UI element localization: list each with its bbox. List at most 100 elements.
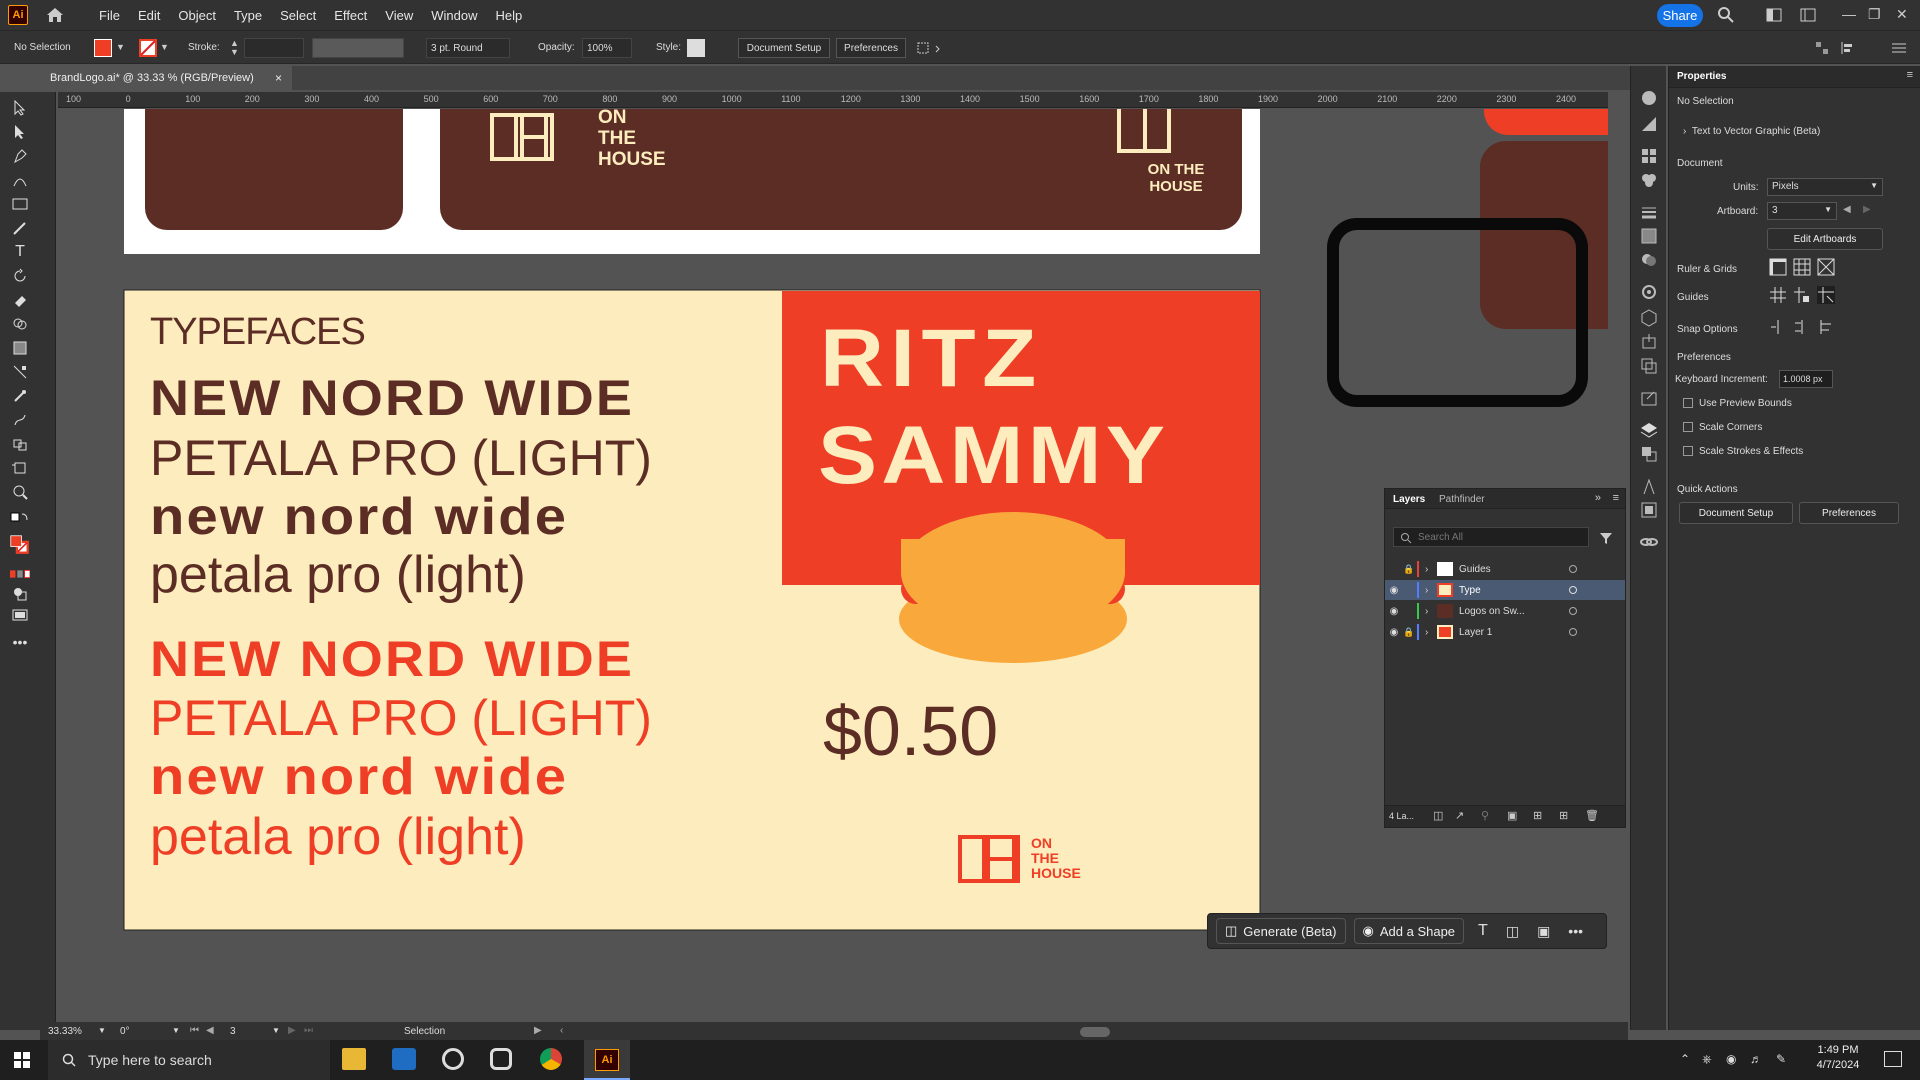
layer-name-type[interactable]: Type [1459, 585, 1569, 596]
layers-tab[interactable]: Layers [1393, 494, 1425, 505]
filter-icon[interactable] [1599, 531, 1613, 545]
menu-edit[interactable]: Edit [129, 8, 169, 23]
appearance-icon[interactable] [1639, 282, 1659, 302]
more-options-icon[interactable]: ••• [1568, 923, 1583, 939]
restore-icon[interactable]: ❐ [1868, 6, 1881, 23]
new-layer-icon[interactable]: ⊞ [1559, 809, 1568, 822]
export-icon[interactable] [1639, 332, 1659, 352]
notifications-icon[interactable] [1884, 1051, 1902, 1067]
document-setup-button[interactable]: Document Setup [738, 38, 830, 58]
curvature-tool-icon[interactable] [10, 170, 30, 190]
puppet-icon[interactable] [1639, 476, 1659, 496]
align-icon[interactable] [1814, 40, 1830, 56]
panel-menu-icon[interactable] [1890, 40, 1908, 56]
layers-icon[interactable] [1639, 420, 1659, 440]
new-sublayer-icon[interactable]: ⊞ [1533, 809, 1542, 822]
workspace-icon[interactable] [1766, 8, 1782, 22]
stroke-stepper-icon[interactable]: ▲ ▼ [230, 39, 239, 57]
fill-swatch[interactable] [94, 39, 112, 57]
brush-definition-select[interactable]: 3 pt. Round [426, 38, 510, 58]
swatches-icon[interactable] [1639, 146, 1659, 166]
menu-select[interactable]: Select [271, 8, 325, 23]
expand-icon[interactable]: › [1425, 627, 1437, 638]
distribute-icon[interactable] [1840, 40, 1862, 56]
screen-mode-icon[interactable] [10, 606, 30, 626]
eye-icon[interactable]: ◉ [1385, 585, 1403, 596]
gradient-icon[interactable] [1639, 226, 1659, 246]
last-artboard-icon[interactable]: ⏭ [304, 1025, 313, 1036]
export-selection-icon[interactable]: ↗ [1455, 809, 1464, 822]
layer-name-logos[interactable]: Logos on Sw... [1459, 606, 1569, 617]
artboards-icon[interactable] [1639, 356, 1659, 376]
eye-icon[interactable]: ◉ [1385, 606, 1403, 617]
image-icon[interactable]: ▣ [1537, 923, 1550, 940]
fill-stroke-indicator[interactable] [10, 532, 30, 558]
layer-name-guides[interactable]: Guides [1459, 564, 1569, 575]
guides-lock-icon[interactable] [1793, 286, 1811, 304]
properties-tab[interactable]: Properties [1677, 71, 1726, 82]
type-icon[interactable]: T [1478, 922, 1488, 940]
use-preview-bounds-checkbox[interactable] [1683, 398, 1693, 408]
arrange-icon[interactable] [1800, 8, 1816, 22]
pen-tool-icon[interactable] [10, 146, 30, 166]
symbols-icon[interactable] [1639, 170, 1659, 190]
units-select[interactable]: Pixels ▼ [1767, 178, 1883, 196]
minimize-icon[interactable]: — [1842, 6, 1856, 22]
properties-menu-icon[interactable]: ≡ [1907, 69, 1913, 81]
rectangle-tool-icon[interactable] [10, 194, 30, 214]
target-icon[interactable] [1569, 565, 1577, 573]
menu-effect[interactable]: Effect [325, 8, 376, 23]
stroke-swatch[interactable] [139, 39, 157, 57]
type-tool-icon[interactable]: T [10, 242, 30, 262]
close-tab-icon[interactable]: × [275, 71, 282, 85]
layers-search[interactable] [1393, 527, 1589, 547]
pathfinder-tab[interactable]: Pathfinder [1439, 494, 1485, 505]
tray-chevron-icon[interactable]: ⌃ [1680, 1052, 1690, 1066]
first-artboard-icon[interactable]: ⏮ [190, 1025, 199, 1036]
add-shape-button[interactable]: ◉ Add a Shape [1353, 918, 1465, 944]
layer-row-guides[interactable]: 🔒 › Guides [1385, 559, 1625, 579]
prev-artboard-icon[interactable]: ◀ [206, 1025, 214, 1036]
asset-export-icon[interactable] [1639, 388, 1659, 408]
layer-row-type[interactable]: ◉ › Type [1385, 580, 1625, 600]
stroke-weight-input[interactable] [244, 38, 304, 58]
target-icon[interactable] [1569, 586, 1577, 594]
menu-view[interactable]: View [376, 8, 422, 23]
status-menu-icon[interactable]: ▶ [534, 1025, 542, 1036]
next-artboard-status-icon[interactable]: ▶ [288, 1025, 296, 1036]
horizontal-scrollbar[interactable] [1080, 1027, 1110, 1037]
fill-stroke-default-icon[interactable] [10, 512, 30, 532]
3d-icon[interactable] [1639, 308, 1659, 328]
collapse-panel-icon[interactable]: » [1595, 492, 1601, 504]
search-icon[interactable] [1717, 6, 1735, 24]
rotation-dropdown-icon[interactable]: ▼ [172, 1026, 180, 1035]
next-artboard-icon[interactable]: ▶ [1863, 204, 1871, 215]
canvas[interactable]: ON THE HOUSE ON THE HOUSE TYPEFACES NEW … [58, 109, 1608, 1029]
layers-search-input[interactable] [1418, 530, 1578, 544]
scale-strokes-checkbox[interactable] [1683, 446, 1693, 456]
artboard-icon[interactable]: ◫ [1506, 923, 1519, 940]
menu-type[interactable]: Type [225, 8, 271, 23]
puppet-warp-tool-icon[interactable] [10, 410, 30, 430]
quick-document-setup-button[interactable]: Document Setup [1679, 502, 1793, 524]
shape-builder-tool-icon[interactable] [10, 314, 30, 334]
transform-icon[interactable] [916, 40, 942, 56]
color-icon[interactable] [1639, 88, 1659, 108]
share-button[interactable]: Share [1657, 4, 1703, 27]
taskbar-clock[interactable]: 1:49 PM 4/7/2024 [1808, 1044, 1868, 1071]
direct-selection-tool-icon[interactable] [10, 122, 30, 142]
collect-export-icon[interactable]: ◫ [1433, 809, 1443, 822]
text-to-vector-row[interactable]: › Text to Vector Graphic (Beta) [1683, 126, 1820, 137]
ruler-icon[interactable] [1769, 258, 1787, 276]
horizontal-ruler[interactable]: 100 0 100 200 300 400 500 600 700 800 900 1000 1100 1… [58, 92, 1608, 108]
zoom-level[interactable]: 33.33% [48, 1026, 82, 1037]
edit-artboards-button[interactable]: Edit Artboards [1767, 228, 1883, 250]
transparency-grid-icon[interactable] [1817, 258, 1835, 276]
artboard-num-dropdown-icon[interactable]: ▼ [272, 1026, 280, 1035]
menu-help[interactable]: Help [486, 8, 531, 23]
app-icon-1[interactable] [442, 1048, 464, 1070]
target-icon[interactable] [1569, 607, 1577, 615]
chrome-icon[interactable] [540, 1048, 562, 1070]
file-explorer-icon[interactable] [342, 1048, 366, 1070]
gradient-tool-icon[interactable] [10, 338, 30, 358]
